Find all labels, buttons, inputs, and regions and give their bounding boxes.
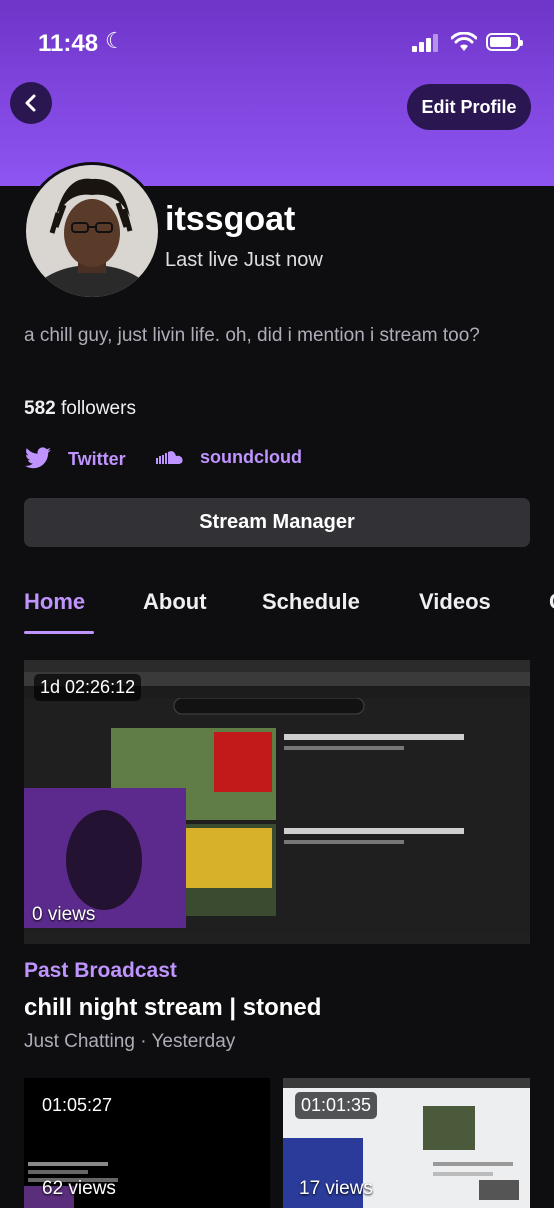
channel-username: itssgoat (165, 200, 296, 238)
channel-tabs: Home About Schedule Videos C (0, 585, 554, 635)
chevron-left-icon (25, 94, 36, 112)
video-type-label: Past Broadcast (24, 959, 177, 982)
followers-label: followers (60, 398, 136, 419)
soundcloud-icon (156, 450, 184, 466)
video-duration-badge: 01:01:35 (295, 1092, 378, 1119)
video-thumbnail[interactable]: 01:01:35 17 views (283, 1078, 530, 1208)
video-thumbnail[interactable]: 01:05:27 62 views (24, 1078, 270, 1208)
tab-home[interactable]: Home (24, 589, 85, 615)
tab-next-partial[interactable]: C (549, 589, 554, 615)
soundcloud-link-label: soundcloud (200, 447, 302, 467)
last-live-status: Last live Just now (165, 249, 323, 271)
followers-number: 582 (24, 398, 56, 419)
twitter-icon (24, 447, 52, 471)
followers-count: 582 followers (24, 398, 136, 420)
edit-profile-button[interactable]: Edit Profile (407, 84, 531, 130)
tab-schedule[interactable]: Schedule (262, 589, 360, 615)
video-views: 62 views (42, 1178, 116, 1199)
video-subtitle: Just Chatting · Yesterday (24, 1031, 235, 1053)
active-tab-indicator (24, 631, 94, 634)
channel-bio: a chill guy, just livin life. oh, did i … (24, 325, 480, 346)
video-duration-badge: 01:05:27 (36, 1092, 119, 1119)
status-time: 11:48 (38, 30, 99, 57)
twitter-link-label: Twitter (68, 448, 126, 469)
back-button[interactable] (10, 82, 52, 124)
battery-icon (486, 33, 523, 51)
tab-videos[interactable]: Videos (419, 589, 491, 615)
video-date: Yesterday (151, 1031, 236, 1052)
video-title[interactable]: chill night stream | stoned (24, 994, 321, 1022)
video-category[interactable]: Just Chatting (24, 1031, 135, 1052)
video-views: 0 views (32, 904, 96, 925)
moon-icon: ☾ (105, 28, 125, 53)
video-views: 17 views (299, 1178, 373, 1199)
video-duration-badge: 1d 02:26:12 (34, 674, 142, 701)
social-link-twitter[interactable]: Twitter (24, 447, 126, 471)
wifi-icon (451, 32, 477, 51)
tab-about[interactable]: About (143, 589, 207, 615)
video-thumbnail[interactable]: 1d 02:26:12 0 views (24, 660, 530, 944)
social-link-soundcloud[interactable]: soundcloud (156, 447, 302, 468)
avatar[interactable] (23, 162, 161, 300)
cellular-signal-icon (412, 32, 440, 52)
status-bar: 11:48 ☾ (0, 0, 554, 90)
meta-separator: · (140, 1031, 152, 1052)
thumbnail-image (24, 660, 530, 944)
stream-manager-button[interactable]: Stream Manager (24, 498, 530, 547)
